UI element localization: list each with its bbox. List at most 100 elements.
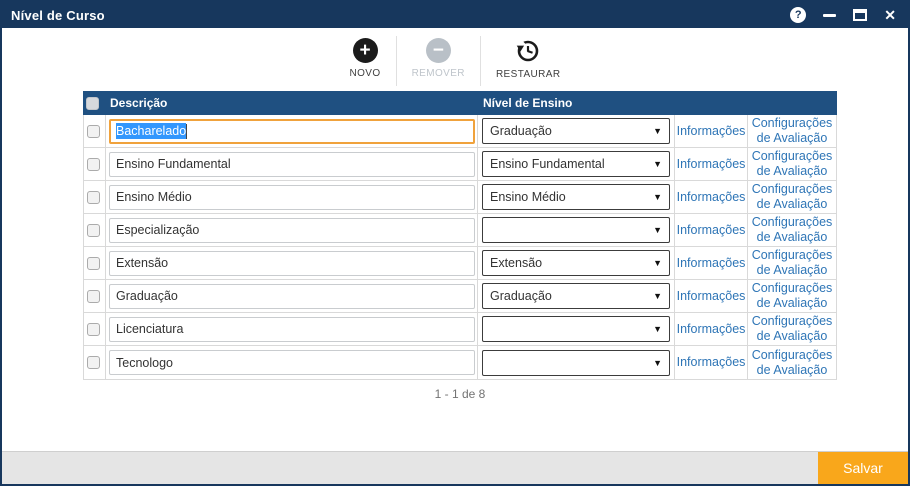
header-descricao: Descrição [105,96,477,110]
level-select[interactable]: ▼ [482,217,670,243]
table-row: Especialização ▼ Informações Configuraçõ… [84,214,836,247]
level-select[interactable]: ▼ [482,350,670,376]
row-config-cell: Configurações de Avaliação [748,247,836,279]
level-select[interactable]: Graduação ▼ [482,118,670,144]
row-checkbox-cell [84,247,106,279]
table-row: Graduação Graduação ▼ Informações Config… [84,280,836,313]
table-row: Bacharelado Graduação ▼ Informações Conf… [84,115,836,148]
row-nivel-cell: Ensino Médio ▼ [478,181,675,213]
row-info-cell: Informações [675,346,748,379]
informacoes-link[interactable]: Informações [677,289,746,304]
chevron-down-icon: ▼ [653,225,662,235]
configuracoes-de-avaliacao-link[interactable]: Configurações de Avaliação [748,215,836,245]
row-checkbox[interactable] [87,125,100,138]
informacoes-link[interactable]: Informações [677,157,746,172]
row-info-cell: Informações [675,313,748,345]
configuracoes-de-avaliacao-link[interactable]: Configurações de Avaliação [748,248,836,278]
row-checkbox[interactable] [87,356,100,369]
row-config-cell: Configurações de Avaliação [748,280,836,312]
nivel-de-curso-window: Nível de Curso ? ✕ + NOVO − REMOVER REST [0,0,910,486]
row-checkbox[interactable] [87,290,100,303]
header-nivel-de-ensino: Nível de Ensino [477,96,674,110]
informacoes-link[interactable]: Informações [677,190,746,205]
titlebar-icons: ? ✕ [790,7,896,23]
description-input[interactable]: Extensão [109,251,475,276]
select-all-checkbox[interactable] [86,97,99,110]
window-title: Nível de Curso [11,8,105,23]
row-checkbox-cell [84,214,106,246]
help-icon[interactable]: ? [790,7,806,23]
row-nivel-cell: Ensino Fundamental ▼ [478,148,675,180]
minus-circle-icon: − [426,38,451,63]
table-row: Tecnologo ▼ Informações Configurações de… [84,346,836,379]
level-select-value: Ensino Fundamental [490,157,605,171]
description-input[interactable]: Tecnologo [109,350,475,375]
table-row: Ensino Fundamental Ensino Fundamental ▼ … [84,148,836,181]
close-icon[interactable]: ✕ [884,8,896,22]
row-nivel-cell: ▼ [478,346,675,379]
row-info-cell: Informações [675,181,748,213]
description-input[interactable]: Graduação [109,284,475,309]
restaurar-button[interactable]: RESTAURAR [480,36,576,86]
row-checkbox-cell [84,181,106,213]
row-config-cell: Configurações de Avaliação [748,148,836,180]
level-select-value: Graduação [490,289,552,303]
row-nivel-cell: ▼ [478,214,675,246]
description-input[interactable]: Bacharelado [109,119,475,144]
configuracoes-de-avaliacao-link[interactable]: Configurações de Avaliação [748,149,836,179]
informacoes-link[interactable]: Informações [677,322,746,337]
row-info-cell: Informações [675,280,748,312]
row-info-cell: Informações [675,148,748,180]
row-config-cell: Configurações de Avaliação [748,115,836,147]
level-select-value: Graduação [490,124,552,138]
minimize-icon[interactable] [823,14,836,17]
row-checkbox[interactable] [87,158,100,171]
chevron-down-icon: ▼ [653,159,662,169]
row-nivel-cell: Extensão ▼ [478,247,675,279]
row-nivel-cell: Graduação ▼ [478,280,675,312]
informacoes-link[interactable]: Informações [677,223,746,238]
level-select[interactable]: Graduação ▼ [482,283,670,309]
configuracoes-de-avaliacao-link[interactable]: Configurações de Avaliação [748,314,836,344]
row-nivel-cell: ▼ [478,313,675,345]
table-body: Bacharelado Graduação ▼ Informações Conf… [83,115,837,380]
history-icon [515,38,541,64]
row-checkbox[interactable] [87,323,100,336]
maximize-icon[interactable] [853,9,867,21]
configuracoes-de-avaliacao-link[interactable]: Configurações de Avaliação [748,182,836,212]
row-config-cell: Configurações de Avaliação [748,214,836,246]
informacoes-link[interactable]: Informações [677,256,746,271]
description-input[interactable]: Especialização [109,218,475,243]
configuracoes-de-avaliacao-link[interactable]: Configurações de Avaliação [748,116,836,146]
description-input[interactable]: Ensino Médio [109,185,475,210]
description-input[interactable]: Licenciatura [109,317,475,342]
level-select[interactable]: Ensino Fundamental ▼ [482,151,670,177]
pagination-label: 1 - 1 de 8 [83,387,837,401]
remover-button[interactable]: − REMOVER [396,36,480,86]
row-checkbox[interactable] [87,224,100,237]
configuracoes-de-avaliacao-link[interactable]: Configurações de Avaliação [748,281,836,311]
row-info-cell: Informações [675,247,748,279]
level-select[interactable]: Ensino Médio ▼ [482,184,670,210]
table-row: Ensino Médio Ensino Médio ▼ Informações … [84,181,836,214]
level-select[interactable]: ▼ [482,316,670,342]
row-checkbox[interactable] [87,191,100,204]
table-row: Licenciatura ▼ Informações Configurações… [84,313,836,346]
chevron-down-icon: ▼ [653,358,662,368]
row-descricao-cell: Tecnologo [106,346,478,379]
informacoes-link[interactable]: Informações [677,355,746,370]
row-checkbox[interactable] [87,257,100,270]
row-descricao-cell: Licenciatura [106,313,478,345]
save-button[interactable]: Salvar [818,452,908,484]
chevron-down-icon: ▼ [653,324,662,334]
restaurar-button-label: RESTAURAR [496,69,561,80]
row-descricao-cell: Especialização [106,214,478,246]
configuracoes-de-avaliacao-link[interactable]: Configurações de Avaliação [748,348,836,378]
level-select[interactable]: Extensão ▼ [482,250,670,276]
novo-button[interactable]: + NOVO [335,36,396,86]
header-checkbox-cell [83,97,105,110]
row-descricao-cell: Extensão [106,247,478,279]
informacoes-link[interactable]: Informações [677,124,746,139]
novo-button-label: NOVO [350,68,381,79]
description-input[interactable]: Ensino Fundamental [109,152,475,177]
